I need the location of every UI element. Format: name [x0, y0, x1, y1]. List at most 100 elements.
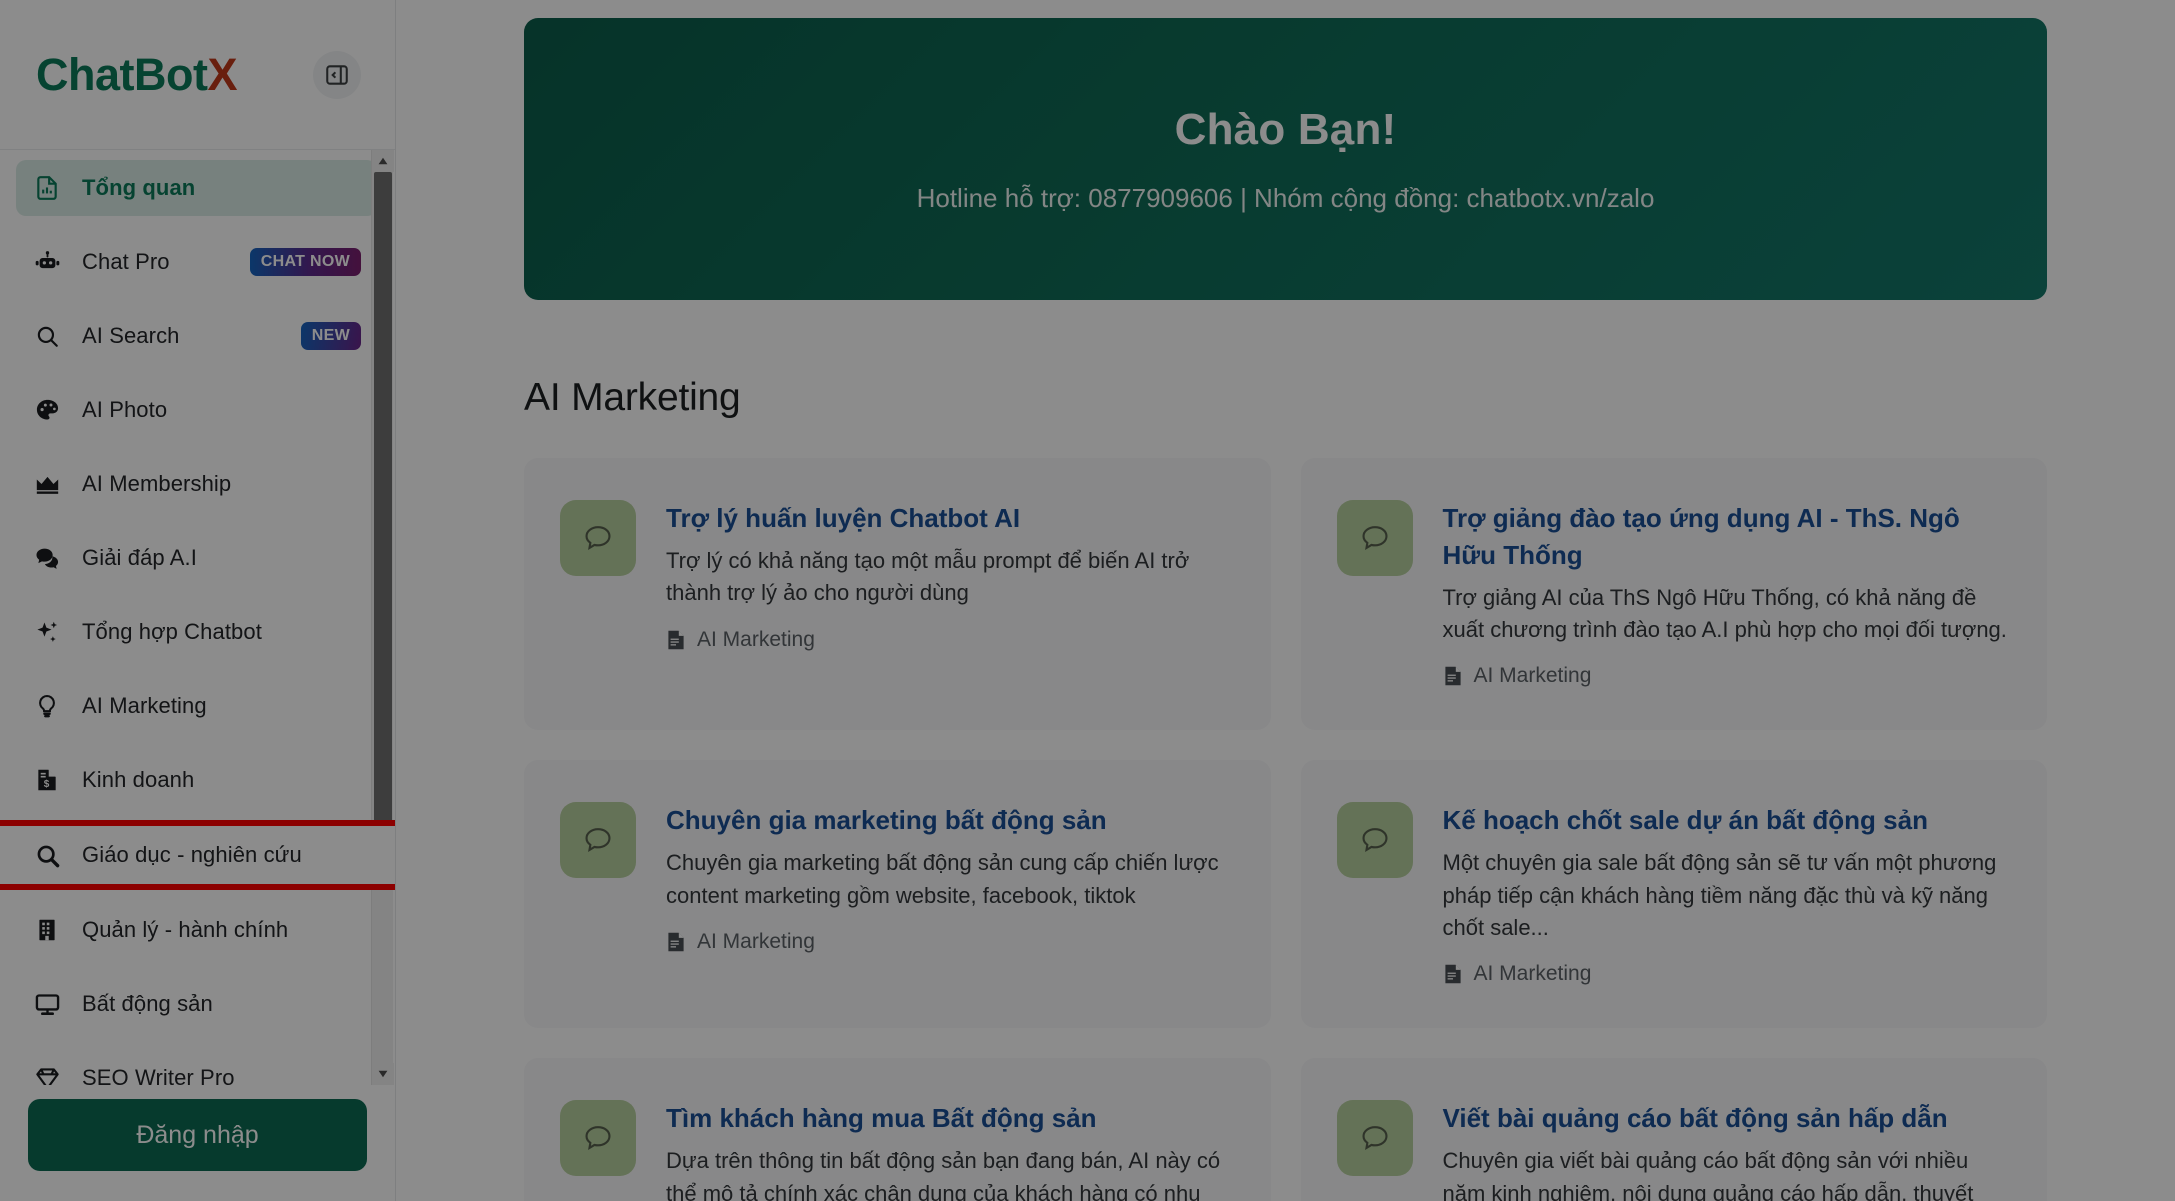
sidebar-item-label: Giáo dục - nghiên cứu [82, 842, 302, 867]
card-tag: AI Marketing [1443, 962, 2014, 986]
card-body: Kế hoạch chốt sale dự án bất động sản Mộ… [1443, 802, 2014, 986]
document-icon [666, 629, 686, 651]
brand-logo: ChatBotX [36, 52, 237, 97]
prompt-card[interactable]: Kế hoạch chốt sale dự án bất động sản Mộ… [1300, 760, 2047, 1029]
sidebar-item-label: Bất động sản [82, 991, 213, 1016]
sidebar: ChatBotX Tổng quan Chat Pro CHAT NOW AI … [0, 0, 396, 1201]
sidebar-item-label: Kinh doanh [82, 767, 195, 792]
prompt-card[interactable]: Trợ lý huấn luyện Chatbot AI Trợ lý có k… [524, 458, 1271, 731]
sidebar-item-tong-hop-chatbot[interactable]: Tổng hợp Chatbot [16, 604, 377, 660]
sidebar-item-ai-marketing[interactable]: AI Marketing [16, 678, 377, 734]
diamond-icon [32, 1063, 62, 1085]
sidebar-item-giao-duc-nghien-cuu[interactable]: Giáo dục - nghiên cứu [0, 826, 395, 884]
card-title: Chuyên gia marketing bất động sản [666, 805, 1107, 836]
card-grid: Trợ lý huấn luyện Chatbot AI Trợ lý có k… [524, 458, 2047, 1201]
login-button[interactable]: Đăng nhập [28, 1099, 367, 1171]
card-title: Tìm khách hàng mua Bất động sản [666, 1103, 1097, 1134]
chat-bubbles-icon [32, 543, 62, 573]
search-icon [32, 321, 62, 351]
sidebar-nav-scroll-area: Tổng quan Chat Pro CHAT NOW AI Search NE… [0, 150, 395, 1085]
sidebar-item-chat-pro[interactable]: Chat Pro CHAT NOW [16, 234, 377, 290]
hero-title: Chào Bạn! [1174, 104, 1397, 154]
card-tag-label: AI Marketing [1473, 664, 1592, 688]
card-tag-label: AI Marketing [1473, 962, 1592, 986]
sidebar-item-kinh-doanh[interactable]: $ Kinh doanh [16, 752, 377, 808]
sidebar-footer: Đăng nhập [0, 1085, 395, 1201]
panel-collapse-icon [324, 62, 350, 88]
lightbulb-icon [32, 691, 62, 721]
card-description: Chuyên gia viết bài quảng cáo bất động s… [1442, 1148, 1974, 1201]
main-content: Chào Bạn! Hotline hỗ trợ: 0877909606 | N… [396, 0, 2175, 1201]
sidebar-item-quan-ly-hanh-chinh[interactable]: Quản lý - hành chính [16, 902, 377, 958]
card-tag: AI Marketing [666, 930, 1237, 954]
speech-bubble-icon [560, 500, 636, 576]
card-description: Trợ lý có khả năng tạo một mẫu prompt để… [666, 547, 1190, 606]
speech-bubble-icon [1336, 500, 1413, 576]
speech-bubble-icon [560, 802, 636, 879]
svg-text:$: $ [44, 779, 50, 790]
sidebar-item-seo-writer-pro[interactable]: SEO Writer Pro [16, 1050, 377, 1085]
sidebar-item-label: AI Search [82, 323, 180, 348]
invoice-dollar-icon: $ [32, 765, 62, 795]
scrollbar-down-arrow-icon[interactable] [372, 1063, 394, 1085]
card-body: Tìm khách hàng mua Bất động sản Dựa trên… [666, 1100, 1237, 1201]
sidebar-item-tong-quan[interactable]: Tổng quan [16, 160, 377, 216]
monitor-icon [32, 989, 62, 1019]
card-description: Trợ giảng AI của ThS Ngô Hữu Thống, có k… [1442, 584, 2007, 643]
palette-icon [32, 395, 62, 425]
card-tag: AI Marketing [666, 628, 1237, 652]
scrollbar-up-arrow-icon[interactable] [372, 150, 394, 172]
section-title: AI Marketing [524, 376, 741, 419]
card-body: Trợ giảng đào tạo ứng dụng AI - ThS. Ngô… [1443, 500, 2014, 688]
crown-icon [32, 469, 62, 499]
speech-bubble-icon [1336, 802, 1413, 879]
card-description: Dựa trên thông tin bất động sản bạn đang… [666, 1148, 1221, 1201]
sidebar-item-label: Chat Pro [82, 249, 170, 274]
card-tag-label: AI Marketing [697, 930, 815, 954]
card-title: Viết bài quảng cáo bất động sản hấp dẫn [1442, 1103, 1948, 1134]
sidebar-header: ChatBotX [0, 0, 395, 150]
sidebar-item-label: Tổng quan [82, 175, 196, 200]
card-title: Trợ giảng đào tạo ứng dụng AI - ThS. Ngô… [1442, 503, 1960, 570]
prompt-card[interactable]: Tìm khách hàng mua Bất động sản Dựa trên… [524, 1058, 1271, 1201]
card-tag: AI Marketing [1443, 664, 2014, 688]
robot-icon [32, 247, 62, 277]
sidebar-item-label: Giải đáp A.I [82, 545, 197, 570]
new-badge[interactable]: NEW [300, 322, 361, 350]
card-body: Trợ lý huấn luyện Chatbot AI Trợ lý có k… [666, 500, 1237, 652]
prompt-card[interactable]: Trợ giảng đào tạo ứng dụng AI - ThS. Ngô… [1300, 458, 2047, 731]
search-icon [32, 840, 62, 870]
sidebar-item-label: Tổng hợp Chatbot [82, 619, 262, 644]
card-title: Trợ lý huấn luyện Chatbot AI [666, 503, 1021, 533]
hero-subtitle: Hotline hỗ trợ: 0877909606 | Nhóm cộng đ… [916, 182, 1655, 213]
sidebar-item-label: AI Membership [82, 471, 232, 496]
sidebar-item-label: SEO Writer Pro [82, 1065, 235, 1085]
card-body: Chuyên gia marketing bất động sản Chuyên… [666, 802, 1237, 954]
sidebar-collapse-button[interactable] [313, 50, 361, 99]
sidebar-item-label: Quản lý - hành chính [82, 917, 289, 942]
card-body: Viết bài quảng cáo bất động sản hấp dẫn … [1443, 1100, 2014, 1201]
document-icon [1443, 665, 1463, 687]
sparkles-icon [32, 617, 62, 647]
sidebar-nav-list: Tổng quan Chat Pro CHAT NOW AI Search NE… [0, 160, 395, 1085]
prompt-card[interactable]: Viết bài quảng cáo bất động sản hấp dẫn … [1300, 1058, 2047, 1201]
prompt-card[interactable]: Chuyên gia marketing bất động sản Chuyên… [524, 760, 1271, 1029]
sidebar-item-ai-photo[interactable]: AI Photo [16, 382, 377, 438]
sidebar-item-giai-dap-ai[interactable]: Giải đáp A.I [16, 530, 377, 586]
scrollbar-thumb[interactable] [374, 172, 392, 852]
document-icon [666, 931, 686, 953]
sidebar-item-ai-membership[interactable]: AI Membership [16, 456, 377, 512]
sidebar-item-bat-dong-san[interactable]: Bất động sản [16, 976, 377, 1032]
card-title: Kế hoạch chốt sale dự án bất động sản [1442, 805, 1928, 836]
card-description: Một chuyên gia sale bất động sản sẽ tư v… [1442, 850, 1997, 941]
sidebar-item-label: AI Marketing [82, 693, 207, 718]
chart-document-icon [32, 173, 62, 203]
hero-banner: Chào Bạn! Hotline hỗ trợ: 0877909606 | N… [524, 18, 2047, 300]
sidebar-item-label: AI Photo [82, 397, 168, 422]
sidebar-item-ai-search[interactable]: AI Search NEW [16, 308, 377, 364]
brand-logo-primary: ChatBot [36, 49, 208, 100]
speech-bubble-icon [560, 1100, 636, 1177]
chat-now-badge[interactable]: CHAT NOW [249, 248, 361, 276]
card-description: Chuyên gia marketing bất động sản cung c… [666, 850, 1219, 908]
sidebar-scrollbar[interactable] [371, 150, 394, 1085]
